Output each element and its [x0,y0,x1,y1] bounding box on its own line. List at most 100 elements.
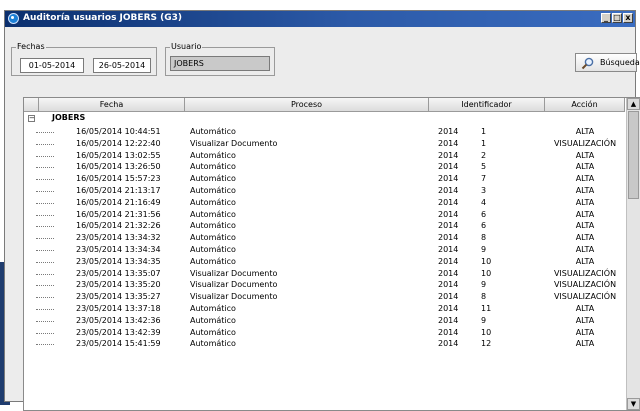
cell-fecha: 16/05/2014 13:02:55 [76,150,161,160]
tree-connector [36,202,54,204]
cell-proceso: Automático [190,162,236,172]
cell-fecha: 16/05/2014 10:44:51 [76,127,161,136]
group-row[interactable]: − JOBERS [24,112,625,124]
cell-proceso: Automático [190,245,236,254]
cell-fecha: 16/05/2014 12:22:40 [76,138,161,148]
table-row[interactable]: 16/05/2014 21:16:49 Automático 2014 4 ALTA [24,197,625,209]
table-row[interactable]: 23/05/2014 13:42:39 Automático 2014 10 ALTA [24,327,625,339]
cell-accion: ALTA [575,186,595,195]
cell-fecha: 16/05/2014 21:13:17 [76,186,161,195]
table-row[interactable]: 16/05/2014 12:22:40 Visualizar Documento 2… [24,138,625,150]
cell-identificador-year: 2014 [438,197,459,207]
scroll-up-arrow[interactable]: ▲ [627,98,640,110]
cell-identificador-number: 10 [481,327,492,337]
cell-proceso: Automático [190,339,236,349]
tree-connector [36,332,54,334]
title-bar[interactable]: Auditoría usuarios JOBERS (G3) _ □ x [5,11,635,27]
cell-identificador-year: 2014 [438,150,459,160]
table-row[interactable]: 23/05/2014 13:34:35 Automático 2014 10 ALTA [24,256,625,268]
tree-connector [36,155,54,157]
table-row[interactable]: 16/05/2014 15:57:23 Automático 2014 7 ALTA [24,173,625,185]
app-icon [8,13,19,24]
cell-accion: ALTA [575,209,595,219]
cell-identificador-year: 2014 [438,209,459,219]
table-row[interactable]: 23/05/2014 13:37:18 Automático 2014 11 ALTA [24,303,625,315]
cell-identificador-year: 2014 [438,233,459,243]
column-header-fecha[interactable]: Fecha [39,98,185,112]
vertical-scrollbar[interactable]: ▲ ▼ [626,98,640,410]
close-button[interactable]: x [623,13,633,23]
cell-identificador-year: 2014 [438,127,459,136]
cell-accion: ALTA [575,150,595,160]
column-header-proceso[interactable]: Proceso [185,98,429,112]
table-row[interactable]: 16/05/2014 21:31:56 Automático 2014 6 ALTA [24,209,625,221]
cell-accion: VISUALIZACIÓN [553,268,617,278]
scroll-thumb[interactable] [628,111,639,199]
tree-connector [36,143,54,145]
table-row[interactable]: 16/05/2014 13:02:55 Automático 2014 2 ALTA [24,150,625,162]
window-title: Auditoría usuarios JOBERS (G3) [23,13,182,23]
cell-identificador-year: 2014 [438,138,459,148]
table-row[interactable]: 23/05/2014 15:41:59 Automático 2014 12 ALTA [24,338,625,350]
table-row[interactable]: 23/05/2014 13:34:34 Automático 2014 9 ALTA [24,244,625,256]
cell-identificador-number: 10 [481,268,492,278]
grid-header: Fecha Proceso Identificador Acción [24,98,625,112]
cell-proceso: Visualizar Documento [190,292,278,302]
cell-proceso: Automático [190,233,236,243]
table-row[interactable]: 23/05/2014 13:35:07 Visualizar Documento 2… [24,268,625,280]
cell-identificador-number: 3 [481,186,487,195]
cell-proceso: Automático [190,174,236,184]
fecha-hasta-field[interactable]: 26-05-2014 [93,58,151,73]
cell-fecha: 16/05/2014 21:32:26 [76,221,161,231]
table-row[interactable]: 16/05/2014 10:44:51 Automático 2014 1 ALTA [24,126,625,138]
search-button[interactable]: Búsqueda [575,53,640,72]
cell-accion: ALTA [575,327,595,337]
collapse-icon[interactable]: − [28,115,35,122]
cell-fecha: 16/05/2014 15:57:23 [76,174,161,184]
cell-identificador-number: 10 [481,256,492,266]
cell-identificador-year: 2014 [438,256,459,266]
usuario-field[interactable]: JOBERS [170,56,270,71]
cell-accion: ALTA [575,127,595,136]
cell-accion: ALTA [575,256,595,266]
cell-fecha: 23/05/2014 13:42:39 [76,327,161,337]
cell-fecha: 23/05/2014 13:37:18 [76,304,161,313]
column-header-accion[interactable]: Acción [545,98,625,112]
cell-identificador-year: 2014 [438,315,459,325]
cell-accion: VISUALIZACIÓN [553,280,617,290]
cell-accion: ALTA [575,339,595,349]
magnifier-icon [581,57,594,70]
table-row[interactable]: 16/05/2014 21:13:17 Automático 2014 3 ALTA [24,185,625,197]
cell-accion: ALTA [575,197,595,207]
tree-connector [36,261,54,263]
tree-connector [36,309,54,310]
cell-proceso: Automático [190,209,236,219]
tree-connector [36,179,54,181]
cell-fecha: 23/05/2014 13:35:27 [76,292,161,302]
table-row[interactable]: 23/05/2014 13:35:27 Visualizar Documento 2… [24,291,625,303]
column-header-identificador[interactable]: Identificador [429,98,545,112]
cell-identificador-number: 5 [481,162,487,172]
cell-identificador-year: 2014 [438,280,459,290]
cell-proceso: Automático [190,150,236,160]
fecha-desde-field[interactable]: 01-05-2014 [20,58,84,73]
table-row[interactable]: 23/05/2014 13:42:36 Automático 2014 9 ALTA [24,315,625,327]
cell-fecha: 23/05/2014 13:35:20 [76,280,161,290]
audit-grid[interactable]: Fecha Proceso Identificador Acción − JOB… [23,97,640,411]
table-row[interactable]: 23/05/2014 13:35:20 Visualizar Documento 2… [24,279,625,291]
cell-identificador-number: 8 [481,233,487,243]
cell-proceso: Automático [190,256,236,266]
table-row[interactable]: 16/05/2014 21:32:26 Automático 2014 6 ALTA [24,220,625,232]
cell-proceso: Visualizar Documento [190,280,278,290]
cell-proceso: Automático [190,304,236,313]
scroll-down-arrow[interactable]: ▼ [627,398,640,410]
maximize-button[interactable]: □ [612,13,622,23]
cell-identificador-number: 2 [481,150,487,160]
table-row[interactable]: 16/05/2014 13:26:50 Automático 2014 5 ALTA [24,161,625,173]
table-row[interactable]: 23/05/2014 13:34:32 Automático 2014 8 ALTA [24,232,625,244]
tree-connector [36,132,54,133]
minimize-button[interactable]: _ [601,13,611,23]
cell-accion: ALTA [575,315,595,325]
cell-identificador-number: 9 [481,280,487,290]
cell-identificador-number: 1 [481,138,487,148]
